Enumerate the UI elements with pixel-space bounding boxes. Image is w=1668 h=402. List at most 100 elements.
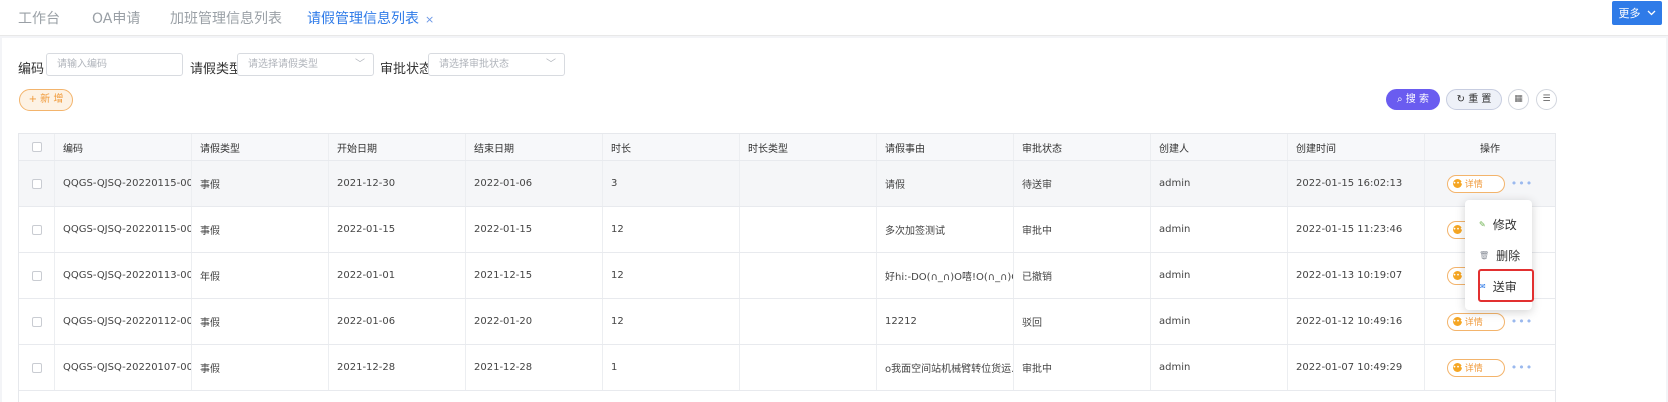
status-cell: 审批中 — [1013, 345, 1150, 390]
approval-status-select[interactable]: 请选择审批状态 ﹀ — [428, 53, 565, 76]
column-header: 时长 — [602, 134, 739, 160]
add-button[interactable]: + 新 增 — [19, 89, 73, 111]
leave-type-placeholder: 请选择请假类型 — [248, 59, 318, 70]
start-date-cell: 2021-12-28 — [328, 345, 465, 390]
created-time-cell: 2022-01-13 10:19:07 — [1287, 253, 1424, 298]
top-tab-bar: 工作台 OA申请 加班管理信息列表 请假管理信息列表 × 更多 — [0, 0, 1668, 36]
code-input[interactable]: 请输入编码 — [46, 53, 183, 76]
duration-type-cell — [739, 345, 876, 390]
menu-item-delete-label: 删除 — [1496, 249, 1521, 263]
creator-cell: admin — [1150, 299, 1287, 344]
end-date-cell: 2022-01-20 — [465, 299, 602, 344]
menu-item-delete[interactable]: 🗑 删除 — [1479, 247, 1520, 264]
chevron-down-icon: ﹀ — [355, 59, 365, 70]
column-header: 请假事由 — [876, 134, 1013, 160]
detail-button[interactable]: •••详情 — [1446, 174, 1505, 193]
tab-overtime-list[interactable]: 加班管理信息列表 — [170, 8, 282, 28]
row-select-cell — [19, 207, 54, 252]
close-icon[interactable]: × — [425, 13, 434, 26]
row-checkbox[interactable] — [31, 178, 42, 189]
tab-workbench[interactable]: 工作台 — [18, 8, 60, 28]
created-time-cell: 2022-01-15 16:02:13 — [1287, 161, 1424, 206]
table-row[interactable]: QQGS-QJSQ-20220113-0001 年假 2022-01-01 20… — [19, 253, 1555, 299]
duration-cell: 1 — [602, 345, 739, 390]
code-cell: QQGS-QJSQ-20220115-0001 — [54, 207, 191, 252]
column-header: 创建人 — [1150, 134, 1287, 160]
more-actions-icon[interactable]: ••• — [1511, 315, 1533, 328]
menu-item-edit-label: 修改 — [1492, 218, 1517, 232]
detail-button[interactable]: •••详情 — [1446, 358, 1505, 377]
reason-cell: 好hi:-DO(∩_∩)O嘻!O(∩_∩)O... — [876, 253, 1013, 298]
grid-view-button[interactable]: ▦ — [1508, 89, 1529, 110]
more-button[interactable]: 更多 — [1612, 1, 1662, 25]
table-row[interactable]: QQGS-QJSQ-20220115-0001 事假 2022-01-15 20… — [19, 207, 1555, 253]
table-row[interactable]: QQGS-QJSQ-20220115-0002 事假 2021-12-30 20… — [19, 161, 1555, 207]
duration-cell: 12 — [602, 253, 739, 298]
row-select-cell — [19, 345, 54, 390]
creator-cell: admin — [1150, 345, 1287, 390]
leave-type-filter-label: 请假类型 — [190, 62, 243, 77]
end-date-cell: 2021-12-28 — [465, 345, 602, 390]
column-header: 请假类型 — [191, 134, 328, 160]
leave-type-cell: 年假 — [191, 253, 328, 298]
created-time-cell: 2022-01-12 10:49:16 — [1287, 299, 1424, 344]
code-cell: QQGS-QJSQ-20220113-0001 — [54, 253, 191, 298]
end-date-cell: 2022-01-15 — [465, 207, 602, 252]
search-icon: ⌕ — [1397, 94, 1403, 105]
end-date-cell: 2022-01-06 — [465, 161, 602, 206]
reset-button[interactable]: ↻ 重 置 — [1446, 89, 1502, 110]
edit-icon: ✎ — [1479, 220, 1486, 229]
menu-item-edit[interactable]: ✎ 修改 — [1479, 216, 1517, 233]
column-header: 开始日期 — [328, 134, 465, 160]
reason-cell: o我面空间站机械臂转位货运... — [876, 345, 1013, 390]
search-button-label: 搜 索 — [1405, 94, 1429, 105]
leave-type-cell: 事假 — [191, 161, 328, 206]
more-actions-icon[interactable]: ••• — [1511, 177, 1533, 190]
more-circle-icon: ••• — [1452, 317, 1464, 326]
column-settings-button[interactable]: ☰ — [1536, 89, 1557, 110]
trash-icon: 🗑 — [1479, 251, 1490, 260]
chevron-down-icon — [1647, 10, 1655, 16]
leave-table: 编码 请假类型 开始日期 结束日期 时长 时长类型 请假事由 审批状态 创建人 … — [18, 133, 1556, 402]
more-circle-icon: ••• — [1452, 271, 1464, 280]
grid-icon: ▦ — [1514, 94, 1523, 104]
column-header: 操作 — [1424, 134, 1555, 160]
duration-type-cell — [739, 299, 876, 344]
column-header: 审批状态 — [1013, 134, 1150, 160]
leave-type-select[interactable]: 请选择请假类型 ﹀ — [237, 53, 374, 76]
search-button[interactable]: ⌕ 搜 索 — [1386, 89, 1440, 110]
start-date-cell: 2022-01-06 — [328, 299, 465, 344]
start-date-cell: 2022-01-15 — [328, 207, 465, 252]
table-row[interactable]: QQGS-QJSQ-20220107-0001 事假 2021-12-28 20… — [19, 345, 1555, 391]
settings-sliders-icon: ☰ — [1542, 94, 1551, 104]
row-select-cell — [19, 299, 54, 344]
chevron-down-icon: ﹀ — [546, 59, 556, 70]
more-circle-icon: ••• — [1452, 179, 1464, 188]
row-select-cell — [19, 253, 54, 298]
row-checkbox[interactable] — [31, 224, 42, 235]
more-button-label: 更多 — [1618, 7, 1641, 20]
detail-button-label: 详情 — [1464, 318, 1483, 328]
tab-leave-list[interactable]: 请假管理信息列表 × — [307, 8, 434, 28]
tab-oa-apply[interactable]: OA申请 — [92, 8, 140, 28]
leave-type-cell: 事假 — [191, 345, 328, 390]
more-actions-icon[interactable]: ••• — [1511, 361, 1533, 374]
leave-type-cell: 事假 — [191, 299, 328, 344]
creator-cell: admin — [1150, 161, 1287, 206]
duration-type-cell — [739, 207, 876, 252]
start-date-cell: 2021-12-30 — [328, 161, 465, 206]
table-row[interactable]: QQGS-QJSQ-20220112-0001 事假 2022-01-06 20… — [19, 299, 1555, 345]
detail-button[interactable]: •••详情 — [1446, 312, 1505, 331]
reset-button-label: 重 置 — [1468, 94, 1492, 105]
select-all-checkbox[interactable] — [31, 142, 42, 152]
creator-cell: admin — [1150, 207, 1287, 252]
code-filter-label: 编码 — [18, 62, 45, 77]
reason-cell: 12212 — [876, 299, 1013, 344]
row-checkbox[interactable] — [31, 316, 42, 327]
main-panel: 编码 请输入编码 请假类型 请选择请假类型 ﹀ 审批状态 请选择审批状态 ﹀ +… — [2, 38, 1666, 402]
row-checkbox[interactable] — [31, 270, 42, 281]
tab-leave-list-label: 请假管理信息列表 — [307, 11, 419, 27]
row-checkbox[interactable] — [31, 362, 42, 373]
more-circle-icon: ••• — [1452, 363, 1464, 372]
duration-cell: 12 — [602, 207, 739, 252]
